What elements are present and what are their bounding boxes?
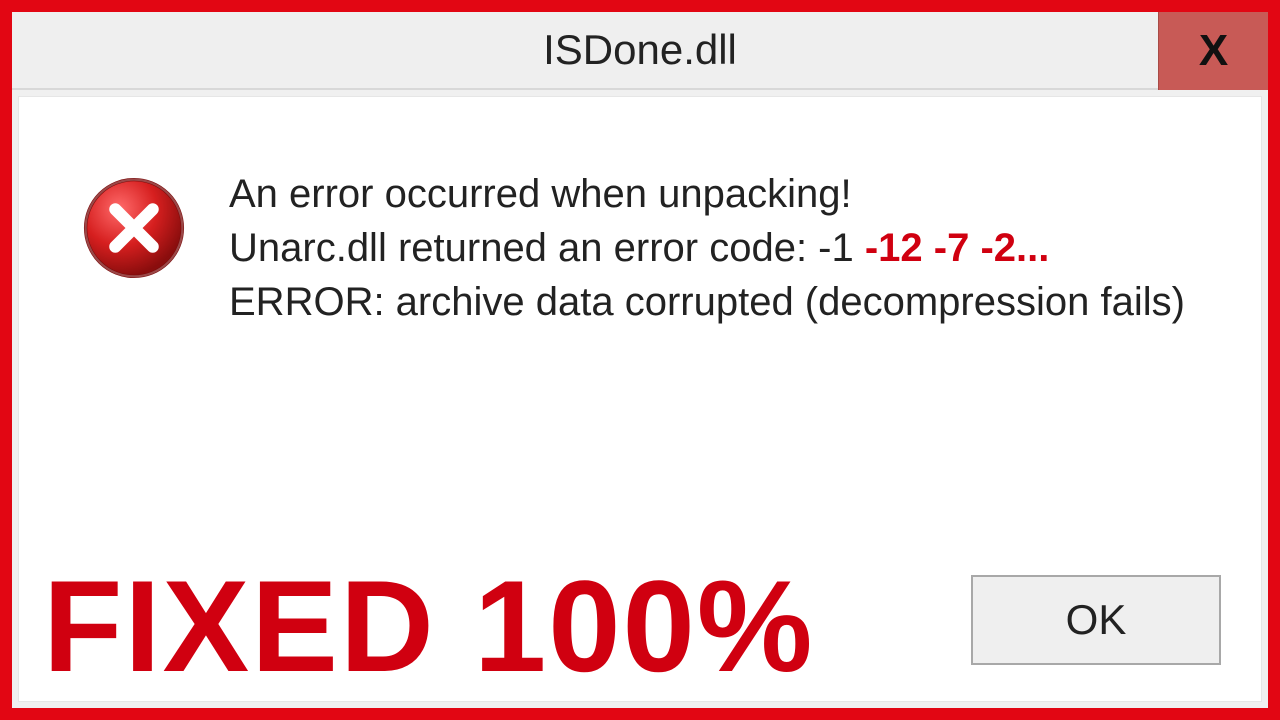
fixed-overlay-text: FIXED 100% <box>43 561 814 691</box>
thumbnail-frame: ISDone.dll X <box>0 0 1280 720</box>
error-codes-overlay: -12 -7 -2... <box>865 226 1050 270</box>
message-row: An error occurred when unpacking! Unarc.… <box>19 167 1261 329</box>
error-message: An error occurred when unpacking! Unarc.… <box>229 167 1185 329</box>
ok-button[interactable]: OK <box>971 575 1221 665</box>
dialog-title: ISDone.dll <box>543 26 737 74</box>
error-line-3: ERROR: archive data corrupted (decompres… <box>229 275 1185 329</box>
dialog-client-area: An error occurred when unpacking! Unarc.… <box>18 96 1262 702</box>
ok-button-label: OK <box>1066 596 1127 644</box>
close-icon: X <box>1199 26 1228 76</box>
error-line-2: Unarc.dll returned an error code: -1 -12… <box>229 221 1185 275</box>
dialog-titlebar: ISDone.dll X <box>12 12 1268 90</box>
close-button[interactable]: X <box>1158 12 1268 90</box>
error-icon <box>79 173 189 283</box>
error-code-prefix: Unarc.dll returned an error code: -1 <box>229 226 865 270</box>
error-line-1: An error occurred when unpacking! <box>229 167 1185 221</box>
